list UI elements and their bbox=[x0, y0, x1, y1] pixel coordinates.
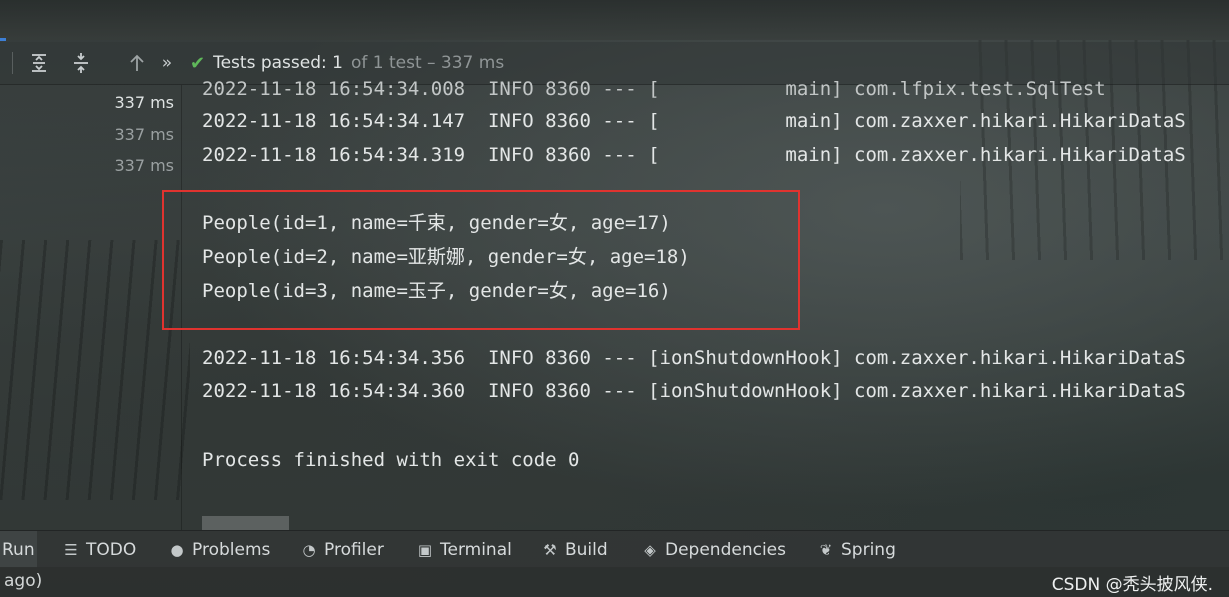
test-duration[interactable]: 337 ms bbox=[114, 93, 174, 112]
previous-failed-test-icon[interactable] bbox=[124, 50, 150, 76]
status-bar: ago) CSDN @秃头披风侠. bbox=[0, 567, 1229, 597]
check-icon: ✔ bbox=[190, 52, 206, 74]
profiler-icon: ◔ bbox=[302, 540, 316, 559]
tab-problems-label: Problems bbox=[192, 539, 271, 560]
log-line: 2022-11-18 16:54:34.356 INFO 8360 --- [i… bbox=[202, 347, 1186, 369]
tab-terminal[interactable]: ▣ Terminal bbox=[416, 531, 512, 568]
status-message: ago) bbox=[4, 571, 43, 591]
ide-window: » ✔ Tests passed: 1 of 1 test – 337 ms 3… bbox=[0, 0, 1229, 597]
tab-dependencies[interactable]: ◈ Dependencies bbox=[641, 531, 786, 568]
tab-run[interactable]: Run bbox=[0, 531, 37, 568]
tab-problems[interactable]: ● Problems bbox=[168, 531, 270, 568]
test-duration[interactable]: 337 ms bbox=[114, 156, 174, 175]
editor-top-area bbox=[0, 0, 1229, 41]
tab-todo-label: TODO bbox=[86, 539, 137, 560]
hammer-icon: ⚒ bbox=[543, 540, 557, 559]
test-duration[interactable]: 337 ms bbox=[114, 125, 174, 144]
log-line: 2022-11-18 16:54:34.319 INFO 8360 --- [ … bbox=[202, 144, 1186, 166]
tab-spring[interactable]: ❦ Spring bbox=[817, 531, 896, 568]
layers-icon: ◈ bbox=[644, 540, 656, 559]
tests-summary-label: of 1 test – 337 ms bbox=[350, 53, 505, 73]
tab-spring-label: Spring bbox=[841, 539, 896, 560]
list-icon: ☰ bbox=[64, 540, 78, 559]
tool-window-bar: Run ☰ TODO ● Problems ◔ Profiler ▣ Termi… bbox=[0, 530, 1229, 568]
spring-leaf-icon: ❦ bbox=[819, 540, 833, 559]
tab-terminal-label: Terminal bbox=[440, 539, 512, 560]
active-accent bbox=[0, 38, 6, 41]
tests-passed-label: Tests passed: 1 bbox=[213, 53, 343, 73]
toolbar-separator bbox=[12, 52, 13, 74]
log-line: 2022-11-18 16:54:34.008 INFO 8360 --- [ … bbox=[202, 78, 1106, 100]
tab-build-label: Build bbox=[565, 539, 608, 560]
collapse-all-icon[interactable] bbox=[68, 50, 94, 76]
tab-profiler[interactable]: ◔ Profiler bbox=[300, 531, 384, 568]
test-tree-panel: 337 ms 337 ms 337 ms bbox=[0, 85, 182, 530]
horizontal-scrollbar[interactable] bbox=[202, 516, 289, 530]
tab-run-label: Run bbox=[2, 539, 35, 560]
test-status: ✔ Tests passed: 1 of 1 test – 337 ms bbox=[190, 51, 504, 75]
tab-dependencies-label: Dependencies bbox=[665, 539, 786, 560]
tab-build[interactable]: ⚒ Build bbox=[541, 531, 608, 568]
info-icon: ● bbox=[170, 540, 184, 559]
log-line: 2022-11-18 16:54:34.360 INFO 8360 --- [i… bbox=[202, 380, 1186, 402]
highlight-box bbox=[162, 190, 800, 330]
more-actions-icon[interactable]: » bbox=[154, 50, 180, 76]
terminal-icon: ▣ bbox=[417, 540, 433, 559]
log-line: 2022-11-18 16:54:34.147 INFO 8360 --- [ … bbox=[202, 110, 1186, 132]
watermark: CSDN @秃头披风侠. bbox=[1051, 575, 1213, 595]
tab-todo[interactable]: ☰ TODO bbox=[62, 531, 136, 568]
process-exit-line: Process finished with exit code 0 bbox=[202, 449, 580, 471]
expand-all-icon[interactable] bbox=[26, 50, 52, 76]
tab-profiler-label: Profiler bbox=[324, 539, 384, 560]
